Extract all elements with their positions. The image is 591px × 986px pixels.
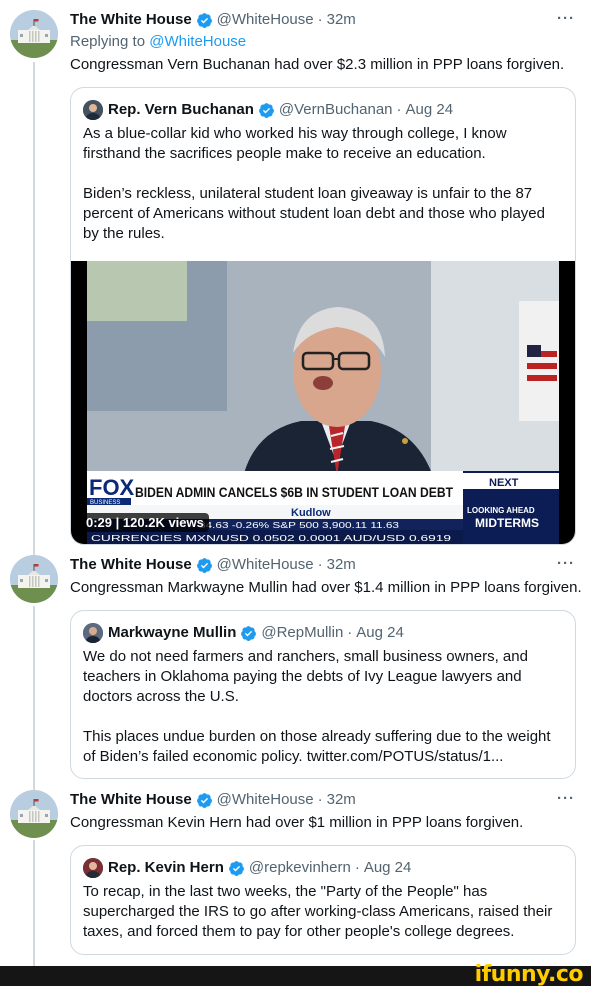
separator-dot: ·: [354, 859, 360, 876]
replying-to-mention[interactable]: @WhiteHouse: [149, 33, 246, 50]
show-name: Kudlow: [291, 507, 331, 519]
quoted-date: Aug 24: [356, 624, 404, 641]
ifunny-watermark: ifunny.co: [474, 962, 584, 986]
quoted-tweet[interactable]: Rep. Kevin Hern @repkevinhern · Aug 24 T…: [70, 845, 576, 955]
tweet-text: Congressman Vern Buchanan had over $2.3 …: [70, 56, 565, 73]
thread-line: [33, 62, 35, 556]
tweet-text: Congressman Markwayne Mullin had over $1…: [70, 579, 582, 596]
avatar: [83, 623, 103, 643]
verified-badge-icon: [258, 102, 274, 118]
quoted-author-handle: @VernBuchanan: [278, 101, 393, 118]
quoted-author-handle: @repkevinhern: [248, 859, 351, 876]
watermark-bar: ifunny.co: [0, 962, 591, 986]
avatar[interactable]: [10, 10, 58, 58]
separator-dot: ·: [317, 11, 323, 28]
quoted-date: Aug 24: [405, 101, 454, 118]
verified-badge-icon: [228, 860, 244, 876]
person-icon: [83, 623, 103, 643]
verified-badge-icon: [196, 792, 212, 808]
quoted-tweet[interactable]: Rep. Vern Buchanan @VernBuchanan · Aug 2…: [70, 87, 576, 545]
quoted-tweet-header: Rep. Kevin Hern @repkevinhern · Aug 24: [83, 858, 411, 878]
separator-dot: ·: [396, 101, 402, 118]
avatar: [83, 100, 103, 120]
quoted-author-name: Rep. Vern Buchanan: [108, 101, 254, 118]
video-views: 120.2K views: [122, 515, 204, 530]
person-icon: [83, 858, 103, 878]
quoted-tweet-text: To recap, in the last two weeks, the "Pa…: [83, 882, 563, 942]
quoted-author-name: Markwayne Mullin: [108, 624, 237, 641]
author-name[interactable]: The White House: [70, 10, 192, 30]
avatar[interactable]: [10, 555, 58, 603]
more-options-icon[interactable]: ···: [557, 790, 575, 807]
person-icon: [83, 100, 103, 120]
replying-to-label: Replying to: [70, 33, 146, 50]
more-options-icon[interactable]: ···: [557, 10, 575, 27]
replying-to: Replying to @WhiteHouse: [70, 32, 246, 52]
quoted-paragraph: This places undue burden on those alread…: [83, 728, 551, 765]
quoted-author-handle: @RepMullin: [261, 624, 344, 641]
separator-dot: ·: [317, 791, 323, 808]
white-house-icon: [10, 790, 58, 838]
quoted-paragraph: We do not need farmers and ranchers, sma…: [83, 648, 528, 705]
quoted-paragraph: Biden’s reckless, unilateral student loa…: [83, 185, 545, 242]
quoted-tweet-text: As a blue-collar kid who worked his way …: [83, 124, 563, 244]
verified-badge-icon: [196, 12, 212, 28]
promo-line-2: MIDTERMS: [475, 516, 539, 530]
author-handle[interactable]: @WhiteHouse: [217, 790, 314, 810]
quoted-paragraph: As a blue-collar kid who worked his way …: [83, 125, 507, 162]
ticker-top: 34.63 -0.26% S&P 500 3,900.11 11.63: [199, 521, 400, 530]
quoted-date: Aug 24: [363, 859, 412, 876]
author-handle[interactable]: @WhiteHouse: [217, 555, 314, 575]
tweet-header: The White House @WhiteHouse · 32m: [70, 790, 356, 810]
more-options-icon[interactable]: ···: [557, 555, 575, 572]
quoted-tweet-header: Markwayne Mullin @RepMullin · Aug 24: [83, 623, 404, 643]
white-house-icon: [10, 555, 58, 603]
video-player[interactable]: FOX BUSINESS BIDEN ADMIN CANCELS $6B IN …: [71, 261, 575, 544]
verified-badge-icon: [196, 557, 212, 573]
timestamp[interactable]: 32m: [327, 10, 356, 30]
tweet-header: The White House @WhiteHouse · 32m: [70, 555, 356, 575]
verified-badge-icon: [241, 625, 257, 641]
thread-line: [33, 840, 35, 966]
next-label: NEXT: [489, 477, 519, 489]
separator-dot: ·: [347, 624, 353, 641]
quoted-paragraph: To recap, in the last two weeks, the "Pa…: [83, 883, 553, 940]
quoted-tweet[interactable]: Markwayne Mullin @RepMullin · Aug 24 We …: [70, 610, 576, 779]
video-frame: FOX BUSINESS BIDEN ADMIN CANCELS $6B IN …: [87, 261, 559, 544]
tweet-text: Congressman Kevin Hern had over $1 milli…: [70, 814, 524, 831]
author-handle[interactable]: @WhiteHouse: [217, 10, 314, 30]
promo-line-1: LOOKING AHEAD: [467, 506, 535, 515]
video-headline: BIDEN ADMIN CANCELS $6B IN STUDENT LOAN …: [135, 484, 453, 500]
video-duration-badge: 0:29 | 120.2K views: [81, 513, 209, 532]
ticker-bottom: CURRENCIES MXN/USD 0.0502 0.0001 AUD/USD…: [91, 534, 452, 543]
quoted-tweet-text: We do not need farmers and ranchers, sma…: [83, 647, 563, 767]
author-name[interactable]: The White House: [70, 790, 192, 810]
avatar[interactable]: [10, 790, 58, 838]
tweet-header: The White House @WhiteHouse · 32m: [70, 10, 356, 30]
quoted-author-name: Rep. Kevin Hern: [108, 859, 224, 876]
avatar: [83, 858, 103, 878]
quoted-tweet-header: Rep. Vern Buchanan @VernBuchanan · Aug 2…: [83, 100, 453, 120]
white-house-icon: [10, 10, 58, 58]
thread-line: [33, 606, 35, 790]
network-logo: FOX: [89, 475, 135, 500]
timestamp[interactable]: 32m: [327, 555, 356, 575]
separator-dot: ·: [317, 556, 323, 573]
timestamp[interactable]: 32m: [327, 790, 356, 810]
video-duration: 0:29: [86, 515, 113, 530]
author-name[interactable]: The White House: [70, 555, 192, 575]
